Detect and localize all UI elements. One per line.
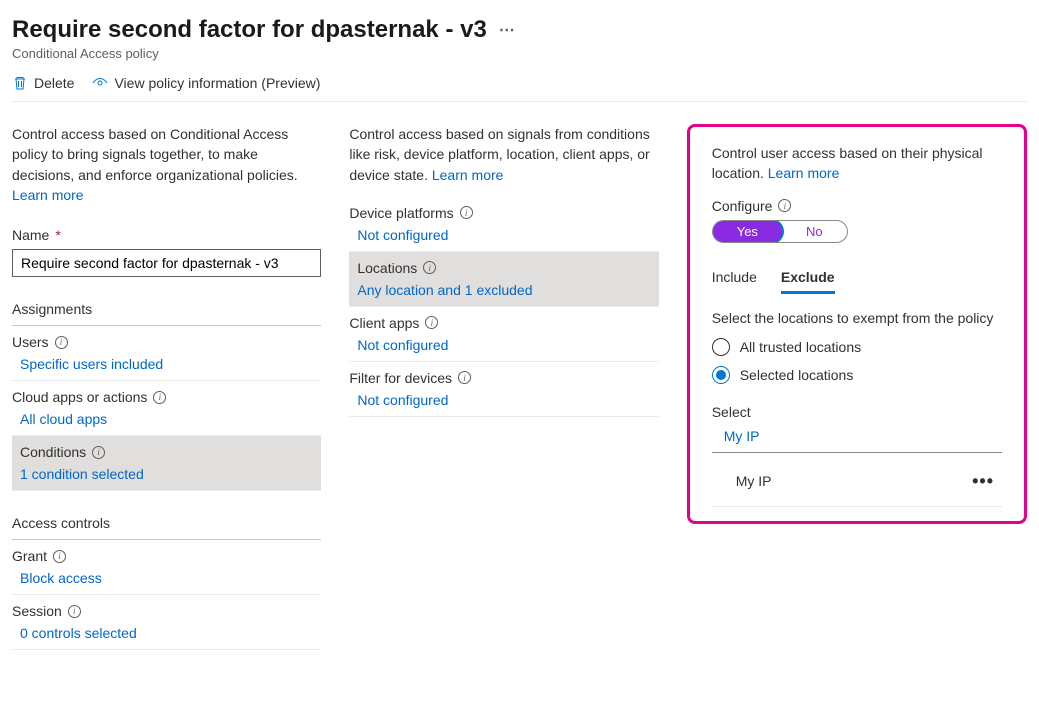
- radio-trusted-label: All trusted locations: [740, 339, 861, 355]
- conditions-value[interactable]: 1 condition selected: [20, 466, 317, 482]
- info-icon[interactable]: i: [153, 391, 166, 404]
- info-icon[interactable]: i: [460, 206, 473, 219]
- learn-more-link[interactable]: Learn more: [12, 187, 84, 203]
- cloud-title: Cloud apps or actions: [12, 389, 147, 405]
- radio-selected-locations[interactable]: Selected locations: [712, 366, 1002, 384]
- radio-icon-checked: [712, 366, 730, 384]
- toggle-no[interactable]: No: [782, 221, 847, 242]
- client-apps-row[interactable]: Client apps i Not configured: [349, 307, 658, 362]
- clientapps-value[interactable]: Not configured: [349, 337, 654, 353]
- more-icon[interactable]: ⋯: [499, 20, 517, 40]
- info-icon[interactable]: i: [778, 199, 791, 212]
- col1-intro: Control access based on Conditional Acce…: [12, 124, 321, 205]
- info-icon[interactable]: i: [92, 446, 105, 459]
- radio-icon: [712, 338, 730, 356]
- session-title: Session: [12, 603, 62, 619]
- radio-all-trusted[interactable]: All trusted locations: [712, 338, 1002, 356]
- page-title: Require second factor for dpasternak - v…: [12, 16, 487, 44]
- locations-panel: Control user access based on their physi…: [687, 124, 1027, 524]
- learn-more-link[interactable]: Learn more: [432, 167, 504, 183]
- delete-label: Delete: [34, 75, 74, 91]
- name-label: Name *: [12, 227, 321, 243]
- view-info-label: View policy information (Preview): [114, 75, 320, 91]
- tab-exclude[interactable]: Exclude: [781, 269, 835, 294]
- locations-value[interactable]: Any location and 1 excluded: [357, 282, 654, 298]
- action-bar: Delete View policy information (Preview): [12, 75, 1027, 102]
- eye-icon: [92, 75, 108, 91]
- info-icon[interactable]: i: [53, 550, 66, 563]
- selected-location-row: My IP •••: [712, 457, 1002, 507]
- filter-value[interactable]: Not configured: [349, 392, 654, 408]
- device-platforms-row[interactable]: Device platforms i Not configured: [349, 197, 658, 252]
- name-input[interactable]: [12, 249, 321, 277]
- selected-location-name: My IP: [720, 473, 772, 489]
- users-title: Users: [12, 334, 49, 350]
- exempt-label: Select the locations to exempt from the …: [712, 310, 1002, 326]
- learn-more-link[interactable]: Learn more: [768, 165, 840, 181]
- clientapps-title: Client apps: [349, 315, 419, 331]
- configure-label: Configurei: [712, 198, 1002, 214]
- filter-devices-row[interactable]: Filter for devices i Not configured: [349, 362, 658, 417]
- locations-title: Locations: [357, 260, 417, 276]
- select-value[interactable]: My IP: [712, 428, 1002, 444]
- tab-include[interactable]: Include: [712, 269, 757, 294]
- info-icon[interactable]: i: [68, 605, 81, 618]
- session-value[interactable]: 0 controls selected: [12, 625, 317, 641]
- configure-toggle[interactable]: Yes No: [712, 220, 848, 243]
- select-label: Select: [712, 404, 1002, 420]
- filter-title: Filter for devices: [349, 370, 452, 386]
- conditions-title: Conditions: [20, 444, 86, 460]
- cloud-value[interactable]: All cloud apps: [12, 411, 317, 427]
- col2-intro: Control access based on signals from con…: [349, 124, 658, 185]
- toggle-yes[interactable]: Yes: [713, 221, 782, 242]
- col3-intro: Control user access based on their physi…: [712, 143, 1002, 184]
- info-icon[interactable]: i: [55, 336, 68, 349]
- device-title: Device platforms: [349, 205, 453, 221]
- trash-icon: [12, 75, 28, 91]
- info-icon[interactable]: i: [423, 261, 436, 274]
- radio-selected-label: Selected locations: [740, 367, 854, 383]
- locations-row[interactable]: Locations i Any location and 1 excluded: [349, 252, 658, 307]
- page-subtitle: Conditional Access policy: [12, 46, 1027, 61]
- users-row[interactable]: Usersi Specific users included: [12, 326, 321, 381]
- view-info-button[interactable]: View policy information (Preview): [92, 75, 320, 91]
- conditions-row[interactable]: Conditions i 1 condition selected: [12, 436, 321, 491]
- info-icon[interactable]: i: [425, 316, 438, 329]
- session-row[interactable]: Session i 0 controls selected: [12, 595, 321, 650]
- cloud-apps-row[interactable]: Cloud apps or actions i All cloud apps: [12, 381, 321, 436]
- assignments-header: Assignments: [12, 301, 321, 326]
- device-value[interactable]: Not configured: [349, 227, 654, 243]
- users-value[interactable]: Specific users included: [12, 356, 317, 372]
- grant-title: Grant: [12, 548, 47, 564]
- grant-value[interactable]: Block access: [12, 570, 317, 586]
- delete-button[interactable]: Delete: [12, 75, 74, 91]
- info-icon[interactable]: i: [458, 371, 471, 384]
- item-more-icon[interactable]: •••: [972, 471, 994, 492]
- grant-row[interactable]: Granti Block access: [12, 540, 321, 595]
- access-controls-header: Access controls: [12, 515, 321, 540]
